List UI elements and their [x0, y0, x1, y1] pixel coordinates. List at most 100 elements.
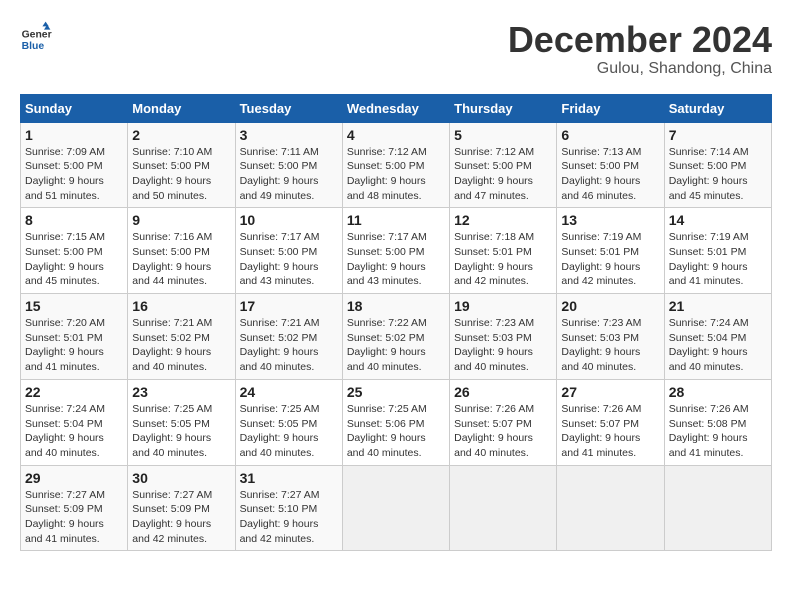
day-detail: Sunrise: 7:19 AMSunset: 5:01 PMDaylight:… [561, 230, 659, 289]
calendar-cell: 25 Sunrise: 7:25 AMSunset: 5:06 PMDayligh… [342, 379, 449, 465]
day-number: 21 [669, 298, 767, 314]
day-header: Friday [557, 94, 664, 122]
day-detail: Sunrise: 7:23 AMSunset: 5:03 PMDaylight:… [561, 316, 659, 375]
calendar-cell: 1 Sunrise: 7:09 AMSunset: 5:00 PMDaylight… [21, 122, 128, 208]
day-detail: Sunrise: 7:22 AMSunset: 5:02 PMDaylight:… [347, 316, 445, 375]
day-header: Saturday [664, 94, 771, 122]
day-detail: Sunrise: 7:14 AMSunset: 5:00 PMDaylight:… [669, 145, 767, 204]
day-detail: Sunrise: 7:17 AMSunset: 5:00 PMDaylight:… [347, 230, 445, 289]
day-detail: Sunrise: 7:27 AMSunset: 5:10 PMDaylight:… [240, 488, 338, 547]
day-header: Wednesday [342, 94, 449, 122]
day-number: 16 [132, 298, 230, 314]
svg-text:General: General [22, 30, 52, 41]
day-detail: Sunrise: 7:10 AMSunset: 5:00 PMDaylight:… [132, 145, 230, 204]
calendar-cell: 14Sunrise: 7:19 AMSunset: 5:01 PMDayligh… [664, 208, 771, 294]
day-detail: Sunrise: 7:15 AMSunset: 5:00 PMDaylight:… [25, 230, 123, 289]
day-detail: Sunrise: 7:24 AMSunset: 5:04 PMDaylight:… [25, 402, 123, 461]
day-number: 30 [132, 470, 230, 486]
day-header: Sunday [21, 94, 128, 122]
calendar-table: SundayMondayTuesdayWednesdayThursdayFrid… [20, 94, 772, 552]
day-number: 15 [25, 298, 123, 314]
day-detail: Sunrise: 7:25 AMSunset: 5:05 PMDaylight:… [132, 402, 230, 461]
day-number: 5 [454, 127, 552, 143]
calendar-cell: 9Sunrise: 7:16 AMSunset: 5:00 PMDaylight… [128, 208, 235, 294]
calendar-cell: 17 Sunrise: 7:21 AMSunset: 5:02 PMDayligh… [235, 294, 342, 380]
calendar-cell: 29Sunrise: 7:27 AMSunset: 5:09 PMDayligh… [21, 465, 128, 551]
location-subtitle: Gulou, Shandong, China [508, 60, 772, 78]
calendar-cell [342, 465, 449, 551]
calendar-cell [664, 465, 771, 551]
calendar-cell: 12 Sunrise: 7:18 AMSunset: 5:01 PMDayligh… [450, 208, 557, 294]
day-number: 4 [347, 127, 445, 143]
calendar-cell [557, 465, 664, 551]
day-number: 6 [561, 127, 659, 143]
day-number: 3 [240, 127, 338, 143]
day-detail: Sunrise: 7:09 AMSunset: 5:00 PMDaylight:… [25, 145, 123, 204]
day-number: 20 [561, 298, 659, 314]
day-number: 1 [25, 127, 123, 143]
calendar-cell: 13Sunrise: 7:19 AMSunset: 5:01 PMDayligh… [557, 208, 664, 294]
calendar-week: 22 Sunrise: 7:24 AMSunset: 5:04 PMDayligh… [21, 379, 772, 465]
svg-text:Blue: Blue [22, 41, 45, 52]
calendar-cell: 21 Sunrise: 7:24 AMSunset: 5:04 PMDayligh… [664, 294, 771, 380]
calendar-cell: 2 Sunrise: 7:10 AMSunset: 5:00 PMDaylight… [128, 122, 235, 208]
day-detail: Sunrise: 7:25 AMSunset: 5:06 PMDaylight:… [347, 402, 445, 461]
calendar-cell: 4 Sunrise: 7:12 AMSunset: 5:00 PMDaylight… [342, 122, 449, 208]
day-detail: Sunrise: 7:23 AMSunset: 5:03 PMDaylight:… [454, 316, 552, 375]
calendar-cell: 3 Sunrise: 7:11 AMSunset: 5:00 PMDaylight… [235, 122, 342, 208]
day-number: 9 [132, 212, 230, 228]
day-number: 24 [240, 384, 338, 400]
calendar-cell: 30 Sunrise: 7:27 AMSunset: 5:09 PMDayligh… [128, 465, 235, 551]
day-number: 7 [669, 127, 767, 143]
calendar-cell [450, 465, 557, 551]
calendar-header: SundayMondayTuesdayWednesdayThursdayFrid… [21, 94, 772, 122]
day-detail: Sunrise: 7:24 AMSunset: 5:04 PMDaylight:… [669, 316, 767, 375]
day-detail: Sunrise: 7:21 AMSunset: 5:02 PMDaylight:… [240, 316, 338, 375]
day-number: 2 [132, 127, 230, 143]
calendar-week: 1 Sunrise: 7:09 AMSunset: 5:00 PMDaylight… [21, 122, 772, 208]
day-detail: Sunrise: 7:26 AMSunset: 5:07 PMDaylight:… [454, 402, 552, 461]
day-number: 10 [240, 212, 338, 228]
calendar-cell: 28 Sunrise: 7:26 AMSunset: 5:08 PMDayligh… [664, 379, 771, 465]
calendar-cell: 22 Sunrise: 7:24 AMSunset: 5:04 PMDayligh… [21, 379, 128, 465]
calendar-week: 29 Sunrise: 7:27 AMSunset: 5:09 PMDayligh… [21, 465, 772, 551]
day-header: Thursday [450, 94, 557, 122]
day-number: 22 [25, 384, 123, 400]
calendar-cell: 8 Sunrise: 7:15 AMSunset: 5:00 PMDaylight… [21, 208, 128, 294]
day-detail: Sunrise: 7:25 AMSunset: 5:05 PMDaylight:… [240, 402, 338, 461]
day-number: 29 [25, 470, 123, 486]
day-number: 12 [454, 212, 552, 228]
day-number: 23 [132, 384, 230, 400]
calendar-cell: 23 Sunrise: 7:25 AMSunset: 5:05 PMDayligh… [128, 379, 235, 465]
day-detail: Sunrise: 7:12 AMSunset: 5:00 PMDaylight:… [347, 145, 445, 204]
title-block: December 2024 Gulou, Shandong, China [508, 20, 772, 78]
day-detail: Sunrise: 7:18 AMSunset: 5:01 PMDaylight:… [454, 230, 552, 289]
calendar-cell: 16 Sunrise: 7:21 AMSunset: 5:02 PMDayligh… [128, 294, 235, 380]
month-title: December 2024 [508, 20, 772, 60]
day-number: 8 [25, 212, 123, 228]
day-detail: Sunrise: 7:11 AMSunset: 5:00 PMDaylight:… [240, 145, 338, 204]
day-header: Tuesday [235, 94, 342, 122]
day-number: 19 [454, 298, 552, 314]
day-detail: Sunrise: 7:12 AMSunset: 5:00 PMDaylight:… [454, 145, 552, 204]
calendar-cell: 10 Sunrise: 7:17 AMSunset: 5:00 PMDayligh… [235, 208, 342, 294]
day-number: 11 [347, 212, 445, 228]
day-number: 17 [240, 298, 338, 314]
day-detail: Sunrise: 7:27 AMSunset: 5:09 PMDaylight:… [132, 488, 230, 547]
calendar-cell: 11 Sunrise: 7:17 AMSunset: 5:00 PMDayligh… [342, 208, 449, 294]
calendar-cell: 20 Sunrise: 7:23 AMSunset: 5:03 PMDayligh… [557, 294, 664, 380]
calendar-cell: 27Sunrise: 7:26 AMSunset: 5:07 PMDayligh… [557, 379, 664, 465]
day-detail: Sunrise: 7:17 AMSunset: 5:00 PMDaylight:… [240, 230, 338, 289]
calendar-cell: 19 Sunrise: 7:23 AMSunset: 5:03 PMDayligh… [450, 294, 557, 380]
day-number: 27 [561, 384, 659, 400]
day-number: 28 [669, 384, 767, 400]
logo-icon: General Blue [20, 20, 52, 52]
day-detail: Sunrise: 7:26 AMSunset: 5:08 PMDaylight:… [669, 402, 767, 461]
day-header: Monday [128, 94, 235, 122]
day-number: 25 [347, 384, 445, 400]
calendar-week: 8 Sunrise: 7:15 AMSunset: 5:00 PMDaylight… [21, 208, 772, 294]
day-number: 31 [240, 470, 338, 486]
logo: General Blue [20, 20, 52, 52]
day-detail: Sunrise: 7:21 AMSunset: 5:02 PMDaylight:… [132, 316, 230, 375]
day-detail: Sunrise: 7:20 AMSunset: 5:01 PMDaylight:… [25, 316, 123, 375]
